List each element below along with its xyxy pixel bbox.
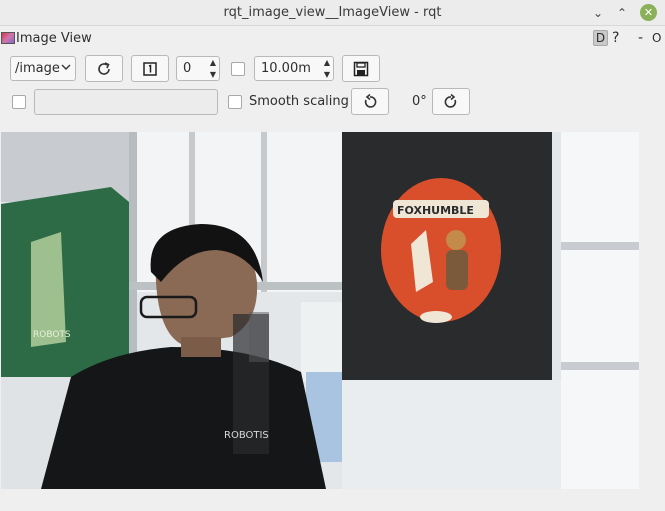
save-button[interactable] — [342, 55, 380, 82]
rotation-label: 0° — [412, 94, 427, 109]
rotate-right-button[interactable] — [432, 88, 470, 115]
shirt-logo-text: ROBOTIS — [224, 430, 269, 441]
spin-down-icon[interactable]: ▼ — [210, 70, 216, 79]
fit-button[interactable] — [131, 55, 169, 82]
chevron-down-icon — [61, 60, 71, 77]
image-view-icon — [1, 32, 15, 44]
topic-value: /image — [15, 61, 60, 76]
topic-text-field[interactable] — [34, 89, 218, 115]
close-icon: ✕ — [643, 6, 654, 19]
smooth-scaling-label: Smooth scaling — [249, 94, 349, 109]
spin-down-icon[interactable]: ▼ — [324, 70, 330, 79]
svg-text:ROBOTS: ROBOTS — [33, 330, 71, 340]
refresh-icon — [98, 61, 110, 75]
fit-icon — [143, 61, 157, 76]
refresh-button[interactable] — [85, 55, 123, 82]
minimize-plugin-button[interactable]: - — [638, 30, 643, 46]
close-button[interactable]: ✕ — [640, 4, 657, 21]
maximize-icon: ⌃ — [616, 6, 628, 20]
spin-up-icon[interactable]: ▲ — [324, 58, 330, 67]
topic-combo[interactable]: /image — [10, 56, 76, 81]
rotate-left-icon — [364, 93, 377, 108]
svg-text:FOXHUMBLE: FOXHUMBLE — [397, 204, 474, 217]
camera-frame-illustration: ROBOTS FOXHUMBLE ROBOTIS — [1, 132, 639, 489]
plugin-header: Image View D ? - O — [0, 28, 665, 50]
timeout-value: 10.00m — [261, 61, 311, 76]
dynamic-range-checkbox[interactable] — [231, 62, 245, 76]
minimize-icon: ⌄ — [592, 6, 604, 20]
maximize-button[interactable]: ⌃ — [612, 3, 632, 23]
plugin-title: Image View — [16, 31, 92, 46]
help-button[interactable]: ? — [612, 30, 619, 46]
dock-button[interactable]: D — [593, 30, 608, 46]
camera-image[interactable]: ROBOTS FOXHUMBLE ROBOTIS — [1, 132, 639, 489]
frame-spinbox[interactable]: 0 ▲ ▼ — [176, 56, 220, 81]
close-plugin-button[interactable]: O — [652, 31, 661, 45]
save-icon — [353, 61, 369, 76]
rotate-right-icon — [444, 93, 457, 108]
frame-value: 0 — [183, 61, 192, 76]
spin-up-icon[interactable]: ▲ — [210, 58, 216, 67]
smooth-scaling-checkbox[interactable] — [228, 95, 242, 109]
minimize-button[interactable]: ⌄ — [588, 3, 608, 23]
timeout-spinbox[interactable]: 10.00m ▲ ▼ — [254, 56, 334, 81]
topic-text-checkbox[interactable] — [12, 95, 26, 109]
window-titlebar: rqt_image_view__ImageView - rqt ⌄ ⌃ ✕ — [0, 0, 665, 26]
rotate-left-button[interactable] — [351, 88, 389, 115]
window-title: rqt_image_view__ImageView - rqt — [223, 5, 442, 20]
